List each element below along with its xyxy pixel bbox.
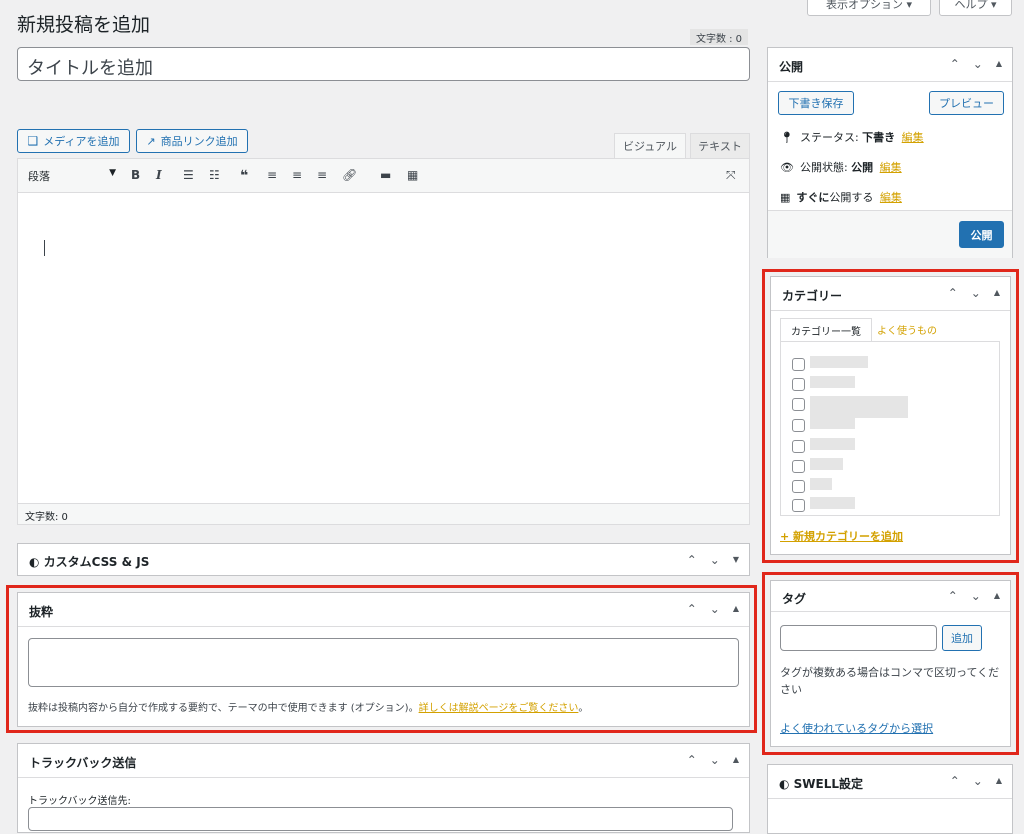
swell-icon: ◐ bbox=[779, 777, 794, 791]
share-icon: ↗ bbox=[146, 134, 156, 148]
numbered-list-icon[interactable]: ☷ bbox=[209, 168, 220, 182]
trackback-label: トラックバック送信先: bbox=[28, 796, 131, 807]
title-placeholder: タイトルを追加 bbox=[27, 58, 153, 79]
save-draft-button[interactable]: 下書き保存 bbox=[778, 91, 854, 115]
product-link-label: 商品リンク追加 bbox=[160, 135, 238, 148]
publish-button[interactable]: 公開 bbox=[959, 221, 1004, 248]
move-up-icon[interactable]: ⌃ bbox=[687, 754, 697, 766]
title-char-count: 文字数 : 0 bbox=[690, 29, 748, 45]
move-down-icon[interactable]: ⌄ bbox=[973, 58, 983, 70]
format-select-value: 段落 bbox=[28, 170, 50, 183]
highlight-categories bbox=[762, 269, 1019, 563]
title-input[interactable]: タイトルを追加 bbox=[17, 47, 750, 81]
custom-css-title: ◐ カスタムCSS & JS bbox=[29, 555, 150, 569]
publish-title: 公開 bbox=[779, 60, 804, 74]
custom-css-box: ◐ カスタムCSS & JS ⌃ ⌄ ▼ bbox=[17, 543, 750, 576]
trackback-box: トラックバック送信 ⌃ ⌄ ▲ トラックバック送信先: bbox=[17, 743, 750, 833]
trackback-input[interactable] bbox=[28, 807, 733, 831]
product-link-button[interactable]: ↗ 商品リンク追加 bbox=[136, 129, 248, 153]
align-left-icon[interactable]: ≡ bbox=[267, 168, 277, 182]
word-count: 文字数: 0 bbox=[25, 512, 68, 523]
edit-status-link[interactable]: 編集 bbox=[902, 131, 924, 144]
add-media-label: メディアを追加 bbox=[43, 135, 120, 148]
move-down-icon[interactable]: ⌄ bbox=[973, 775, 983, 787]
toggle-panel-icon[interactable]: ▲ bbox=[996, 60, 1002, 68]
swell-icon: ◐ bbox=[29, 555, 44, 569]
page-title: 新規投稿を追加 bbox=[17, 14, 151, 36]
media-icon: ❑ bbox=[27, 134, 39, 148]
keyboard-icon[interactable]: ▦ bbox=[407, 168, 418, 182]
italic-icon[interactable]: I bbox=[156, 168, 162, 182]
status-row: 📍︎ ステータス: 下書き 編集 bbox=[780, 131, 924, 144]
screen-options-button[interactable]: 表示オプション ▾ bbox=[807, 0, 931, 16]
move-down-icon[interactable]: ⌄ bbox=[710, 754, 720, 766]
align-right-icon[interactable]: ≡ bbox=[317, 168, 327, 182]
edit-schedule-link[interactable]: 編集 bbox=[880, 191, 902, 204]
toggle-panel-icon[interactable]: ▲ bbox=[996, 777, 1002, 785]
publish-box: 公開 ⌃ ⌄ ▲ 下書き保存 プレビュー 📍︎ ステータス: 下書き 編集 👁︎ 公… bbox=[767, 47, 1013, 258]
tab-text[interactable]: テキスト bbox=[690, 133, 750, 158]
move-down-icon[interactable]: ⌄ bbox=[710, 554, 720, 566]
highlight-excerpt bbox=[6, 585, 757, 733]
calendar-icon: ▦ bbox=[780, 191, 791, 204]
bullet-list-icon[interactable]: ☰ bbox=[183, 168, 194, 182]
align-center-icon[interactable]: ≡ bbox=[292, 168, 302, 182]
format-select[interactable]: 段落 ▼ bbox=[24, 166, 118, 184]
bold-icon[interactable]: B bbox=[131, 168, 140, 182]
trackback-title: トラックバック送信 bbox=[29, 756, 137, 770]
move-up-icon[interactable]: ⌃ bbox=[950, 775, 960, 787]
highlight-tags bbox=[762, 572, 1019, 755]
schedule-row: ▦ すぐに公開する 編集 bbox=[780, 191, 902, 204]
word-count-bar: 文字数: 0 bbox=[18, 503, 749, 524]
edit-visibility-link[interactable]: 編集 bbox=[880, 161, 902, 174]
move-up-icon[interactable]: ⌃ bbox=[950, 58, 960, 70]
toggle-panel-icon[interactable]: ▲ bbox=[733, 756, 739, 764]
preview-button[interactable]: プレビュー bbox=[929, 91, 1004, 115]
toggle-panel-icon[interactable]: ▼ bbox=[733, 556, 739, 564]
swell-settings-box: ◐ SWELL設定 ⌃ ⌄ ▲ bbox=[767, 764, 1013, 834]
link-icon[interactable]: 🔗︎ bbox=[342, 168, 357, 182]
read-more-icon[interactable]: ▬ bbox=[380, 168, 391, 182]
pin-icon: 📍︎ bbox=[780, 131, 794, 144]
tab-visual[interactable]: ビジュアル bbox=[614, 133, 686, 158]
help-button[interactable]: ヘルプ ▾ bbox=[939, 0, 1012, 16]
eye-icon: 👁︎ bbox=[780, 161, 794, 174]
editor-content-area[interactable] bbox=[18, 193, 749, 502]
swell-settings-title: ◐ SWELL設定 bbox=[779, 777, 864, 791]
chevron-down-icon: ▼ bbox=[109, 168, 116, 178]
visibility-row: 👁︎ 公開状態: 公開 編集 bbox=[780, 161, 902, 174]
add-media-button[interactable]: ❑ メディアを追加 bbox=[17, 129, 130, 153]
blockquote-icon[interactable]: ❝ bbox=[240, 168, 248, 184]
move-up-icon[interactable]: ⌃ bbox=[687, 554, 697, 566]
fullscreen-icon[interactable]: ⤧ bbox=[726, 168, 736, 183]
